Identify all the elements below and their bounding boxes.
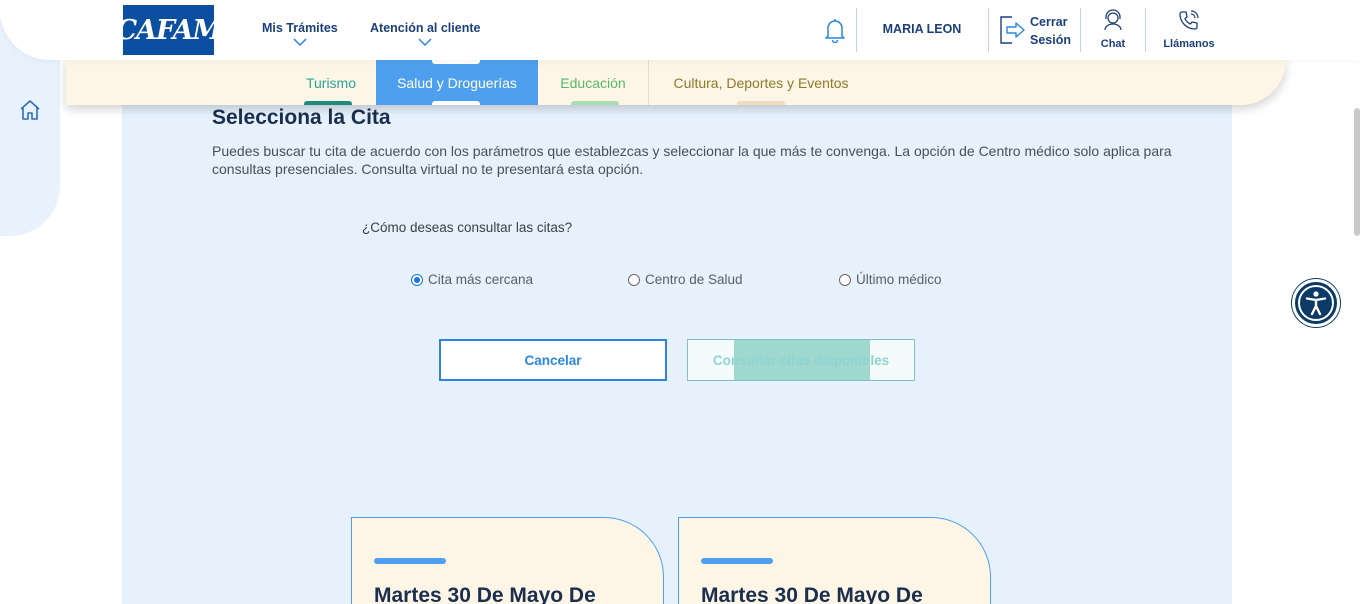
- chevron-down-icon: [418, 38, 432, 46]
- scrollbar[interactable]: [1354, 108, 1360, 236]
- appointment-date: Martes 30 De Mayo De: [701, 584, 923, 604]
- logout-button[interactable]: Cerrar Sesión: [996, 12, 1072, 48]
- tab-indicator: [304, 101, 352, 105]
- nav-atencion-cliente-label: Atención al cliente: [370, 21, 481, 35]
- search-mode-question: ¿Cómo deseas consultar las citas?: [362, 220, 573, 235]
- logout-label-line1: Cerrar: [1030, 15, 1068, 29]
- tab-indicator: [737, 101, 785, 105]
- chevron-down-icon: [293, 38, 307, 46]
- radio-centro-de-salud[interactable]: Centro de Salud: [628, 272, 743, 287]
- card-accent-bar: [374, 558, 446, 564]
- consult-appointments-label: Consultar citas disponibles: [712, 352, 890, 368]
- call-label: Llámanos: [1163, 38, 1215, 50]
- cancel-button[interactable]: Cancelar: [439, 339, 667, 381]
- user-name[interactable]: MARIA LEON: [872, 22, 972, 36]
- category-tab-bar: Turismo Salud y Droguerías Educación Cul…: [66, 60, 1286, 105]
- header-divider: [1080, 8, 1081, 52]
- phone-icon: [1179, 10, 1199, 30]
- nav-mis-tramites[interactable]: Mis Trámites: [262, 21, 338, 46]
- chat-label: Chat: [1100, 38, 1126, 50]
- accessibility-icon: [1298, 285, 1334, 321]
- appointment-card[interactable]: Martes 30 De Mayo De: [351, 517, 664, 604]
- nav-mis-tramites-label: Mis Trámites: [262, 21, 338, 35]
- tab-salud-label: Salud y Droguerías: [397, 74, 517, 91]
- card-accent-bar: [701, 558, 773, 564]
- logout-icon: [1000, 16, 1025, 44]
- page-title: Selecciona la Cita: [212, 106, 391, 129]
- radio-button[interactable]: [628, 273, 640, 286]
- page: CAFAM Mis Trámites Atención al cliente M…: [0, 0, 1360, 604]
- radio-label: Último médico: [856, 272, 942, 287]
- tab-salud-droguerias[interactable]: Salud y Droguerías: [376, 60, 538, 105]
- tab-indicator: [432, 60, 480, 64]
- chat-button[interactable]: Chat: [1092, 9, 1134, 51]
- home-icon[interactable]: [19, 99, 41, 121]
- radio-button[interactable]: [839, 273, 851, 286]
- radio-cita-mas-cercana[interactable]: Cita más cercana: [411, 272, 533, 287]
- appointment-card[interactable]: Martes 30 De Mayo De: [678, 517, 991, 604]
- radio-button-checked[interactable]: [411, 273, 423, 286]
- radio-label: Cita más cercana: [428, 272, 534, 287]
- appointment-date: Martes 30 De Mayo De: [374, 584, 596, 604]
- tab-educacion[interactable]: Educación: [538, 60, 648, 105]
- chat-agent-icon: [1104, 9, 1122, 31]
- tab-turismo[interactable]: Turismo: [286, 60, 376, 105]
- radio-label: Centro de Salud: [645, 272, 743, 287]
- radio-ultimo-medico[interactable]: Último médico: [839, 272, 942, 287]
- tab-indicator: [432, 101, 480, 105]
- accessibility-button[interactable]: [1292, 279, 1340, 327]
- tab-cultura-label: Cultura, Deportes y Eventos: [673, 74, 849, 91]
- section-description: Puedes buscar tu cita de acuerdo con los…: [212, 143, 1172, 177]
- logout-label-line2: Sesión: [1030, 33, 1071, 47]
- call-button[interactable]: Llámanos: [1160, 9, 1218, 51]
- header-divider: [988, 8, 989, 52]
- header-divider: [856, 8, 857, 52]
- top-header: CAFAM Mis Trámites Atención al cliente M…: [0, 0, 1360, 60]
- consult-appointments-button[interactable]: Consultar citas disponibles: [687, 339, 915, 381]
- bell-icon[interactable]: [823, 17, 847, 44]
- header-divider: [1145, 8, 1146, 52]
- cafam-logo[interactable]: CAFAM: [116, 5, 222, 55]
- tab-turismo-label: Turismo: [305, 74, 357, 91]
- tab-cultura-deportes-eventos[interactable]: Cultura, Deportes y Eventos: [648, 60, 874, 105]
- nav-atencion-cliente[interactable]: Atención al cliente: [370, 21, 480, 46]
- tab-educacion-label: Educación: [560, 74, 626, 91]
- tab-indicator: [571, 101, 619, 105]
